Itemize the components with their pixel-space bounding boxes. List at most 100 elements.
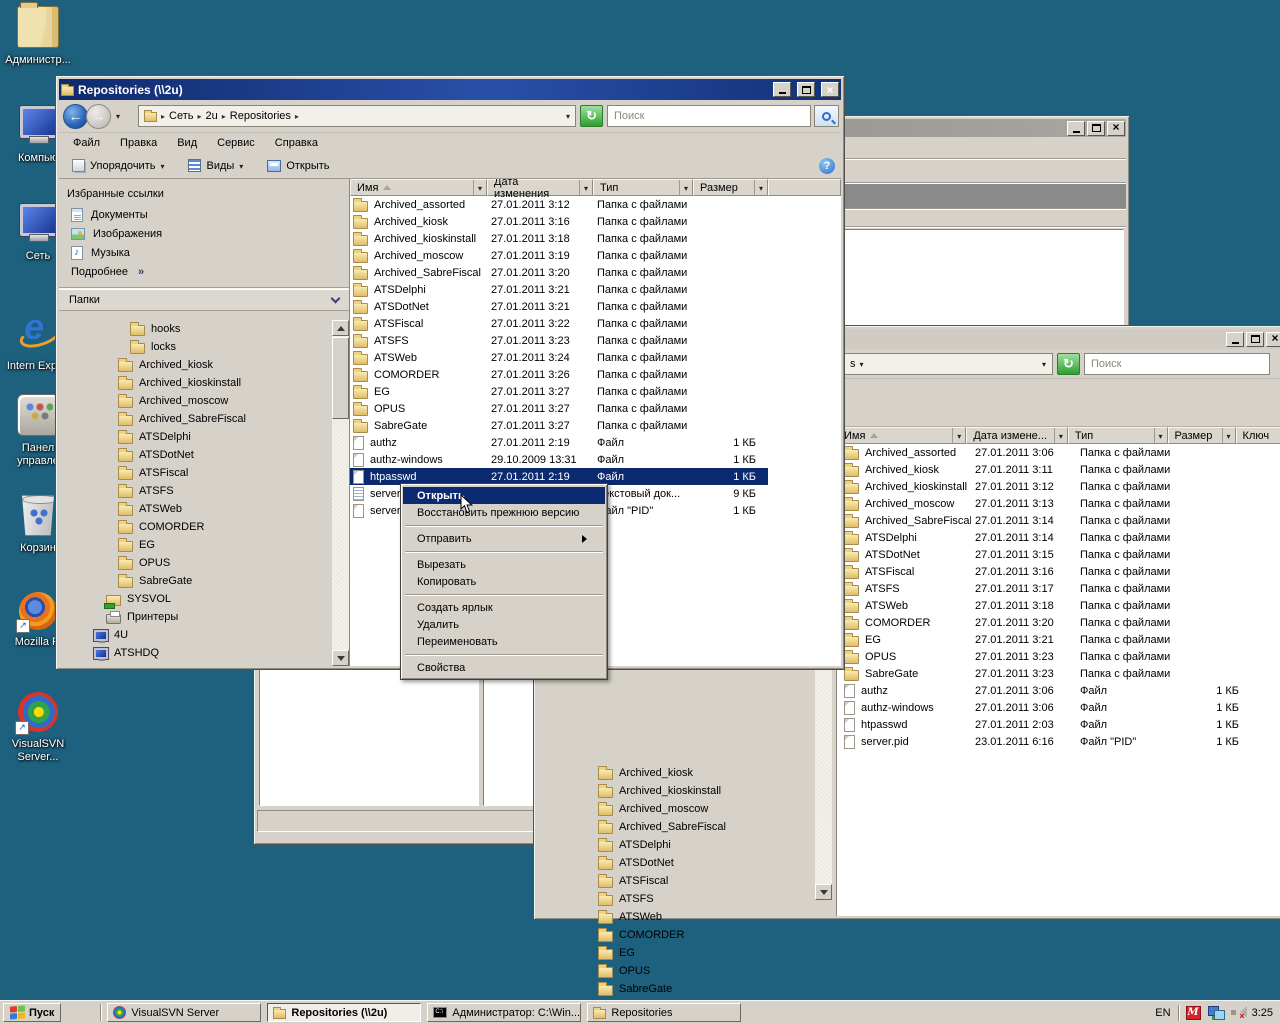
tree-item[interactable]: ATSDelphi: [59, 428, 332, 446]
file-row[interactable]: SabreGate 27.01.2011 3:27 Папка с файлам…: [350, 417, 768, 434]
column-filter-dropdown[interactable]: [1054, 428, 1067, 443]
file-row[interactable]: ATSDelphi 27.01.2011 3:14 Папка с файлам…: [837, 529, 1280, 546]
help-icon[interactable]: ?: [819, 158, 835, 174]
column-header-type[interactable]: Тип: [593, 179, 693, 196]
window-titlebar[interactable]: Repositories (\\2u): [59, 79, 841, 100]
tree-item[interactable]: ATSFiscal: [539, 872, 815, 890]
context-menu-item[interactable]: Восстановить прежнюю версию: [403, 504, 605, 521]
tree-item[interactable]: ATSFS: [539, 890, 815, 908]
tree-item[interactable]: Archived_SabreFiscal: [539, 818, 815, 836]
tree-item[interactable]: locks: [59, 338, 332, 356]
favorite-item[interactable]: Изображения: [59, 224, 349, 243]
file-row[interactable]: ATSFiscal 27.01.2011 3:22 Папка с файлам…: [350, 315, 768, 332]
context-menu-item[interactable]: Открыть: [403, 487, 605, 504]
refresh-button[interactable]: [580, 105, 603, 127]
taskbar-task-button[interactable]: Repositories (\\2u): [267, 1003, 421, 1022]
file-row[interactable]: ATSWeb 27.01.2011 3:18 Папка с файлами: [837, 597, 1280, 614]
history-dropdown-icon[interactable]: [116, 112, 120, 121]
file-row[interactable]: ATSDotNet 27.01.2011 3:21 Папка с файлам…: [350, 298, 768, 315]
desktop-icon[interactable]: VisualSVN Server...: [2, 692, 74, 764]
file-row[interactable]: authz-windows 29.10.2009 13:31 Файл 1 КБ: [350, 451, 768, 468]
close-button[interactable]: [1266, 332, 1280, 347]
column-filter-dropdown[interactable]: [1154, 428, 1167, 443]
desktop-icon[interactable]: Администр...: [2, 6, 74, 67]
file-row[interactable]: ATSFS 27.01.2011 3:23 Папка с файлами: [350, 332, 768, 349]
file-row[interactable]: Archived_kioskinstall 27.01.2011 3:12 Па…: [837, 478, 1280, 495]
tree-item[interactable]: ATSFS: [59, 482, 332, 500]
tree-item[interactable]: Archived_kiosk: [539, 764, 815, 782]
column-filter-dropdown[interactable]: [579, 180, 592, 195]
file-row[interactable]: Archived_SabreFiscal 27.01.2011 3:20 Пап…: [350, 264, 768, 281]
tree-item[interactable]: Archived_SabreFiscal: [59, 410, 332, 428]
tree-item[interactable]: Archived_kioskinstall: [59, 374, 332, 392]
breadcrumb-dropdown-icon[interactable]: [566, 110, 570, 122]
breadcrumb-item[interactable]: 2u: [198, 110, 218, 122]
file-row[interactable]: OPUS 27.01.2011 3:27 Папка с файлами: [350, 400, 768, 417]
column-filter-dropdown[interactable]: [952, 428, 965, 443]
menu-item[interactable]: Сервис: [207, 135, 265, 151]
taskbar-task-button[interactable]: VisualSVN Server: [107, 1003, 261, 1022]
toolbar-button[interactable]: Упорядочить: [65, 157, 171, 174]
file-row[interactable]: ATSWeb 27.01.2011 3:24 Папка с файлами: [350, 349, 768, 366]
tree-item[interactable]: hooks: [59, 320, 332, 338]
context-menu-item[interactable]: Отправить: [403, 530, 605, 547]
file-row[interactable]: Archived_kiosk 27.01.2011 3:11 Папка с ф…: [837, 461, 1280, 478]
tree-item[interactable]: ATSFiscal: [59, 464, 332, 482]
tree-item[interactable]: 4U: [59, 626, 332, 644]
toolbar-button[interactable]: Открыть: [260, 157, 336, 174]
language-indicator[interactable]: EN: [1155, 1007, 1170, 1019]
context-menu-item[interactable]: Копировать: [403, 573, 605, 590]
context-menu-item[interactable]: Вырезать: [403, 556, 605, 573]
file-row[interactable]: Archived_SabreFiscal 27.01.2011 3:14 Пап…: [837, 512, 1280, 529]
close-button[interactable]: [1107, 121, 1125, 136]
file-row[interactable]: COMORDER 27.01.2011 3:20 Папка с файлами: [837, 614, 1280, 631]
network-status-icon[interactable]: [1208, 1006, 1224, 1020]
file-row[interactable]: EG 27.01.2011 3:21 Папка с файлами: [837, 631, 1280, 648]
tree-item[interactable]: SabreGate: [59, 572, 332, 590]
tree-item[interactable]: ATSHDQ: [59, 644, 332, 662]
bg-breadcrumb-dropdown-icon[interactable]: [1042, 358, 1046, 370]
tree-item[interactable]: ATSDotNet: [59, 446, 332, 464]
tree-item[interactable]: Archived_kiosk: [59, 356, 332, 374]
search-button[interactable]: [814, 105, 839, 127]
file-row[interactable]: Archived_moscow 27.01.2011 3:13 Папка с …: [837, 495, 1280, 512]
tree-item[interactable]: OPUS: [539, 962, 815, 980]
context-menu-item[interactable]: Удалить: [403, 616, 605, 633]
file-row[interactable]: authz 27.01.2011 3:06 Файл 1 КБ: [837, 682, 1280, 699]
tree-item[interactable]: EG: [59, 536, 332, 554]
minimize-button[interactable]: [773, 82, 791, 97]
context-menu-item[interactable]: Переименовать: [403, 633, 605, 650]
scrollbar-thumb[interactable]: [332, 337, 349, 419]
context-menu-item[interactable]: Создать ярлык: [403, 599, 605, 616]
tree-item[interactable]: ATSDotNet: [539, 854, 815, 872]
column-header-type[interactable]: Тип: [1068, 427, 1168, 444]
tree-item[interactable]: SabreGate: [539, 980, 815, 998]
scroll-down-button[interactable]: [815, 884, 832, 900]
start-button[interactable]: Пуск: [3, 1003, 61, 1022]
tree-item[interactable]: Archived_kioskinstall: [539, 782, 815, 800]
column-header-date[interactable]: Дата измене...: [966, 427, 1068, 444]
tree-item[interactable]: Archived_moscow: [539, 800, 815, 818]
scroll-up-button[interactable]: [332, 320, 349, 336]
search-input[interactable]: Поиск: [607, 105, 811, 127]
column-header-name[interactable]: Имя: [350, 179, 487, 196]
tree-item[interactable]: ATSWeb: [539, 908, 815, 926]
tree-item[interactable]: Принтеры: [59, 608, 332, 626]
file-row[interactable]: ATSFiscal 27.01.2011 3:16 Папка с файлам…: [837, 563, 1280, 580]
tree-item[interactable]: OPUS: [59, 554, 332, 572]
maximize-button[interactable]: [1246, 332, 1264, 347]
forward-button[interactable]: →: [86, 104, 111, 129]
column-filter-dropdown[interactable]: [754, 180, 767, 195]
scroll-down-button[interactable]: [332, 650, 349, 666]
menu-item[interactable]: Файл: [63, 135, 110, 151]
maximize-button[interactable]: [1087, 121, 1105, 136]
file-row[interactable]: COMORDER 27.01.2011 3:26 Папка с файлами: [350, 366, 768, 383]
refresh-button[interactable]: [1057, 353, 1080, 375]
column-filter-dropdown[interactable]: [1222, 428, 1235, 443]
tree-item[interactable]: SYSVOL: [59, 590, 332, 608]
tree-scrollbar[interactable]: [332, 320, 349, 666]
file-row[interactable]: SabreGate 27.01.2011 3:23 Папка с файлам…: [837, 665, 1280, 682]
breadcrumb-item[interactable]: Сеть: [161, 110, 193, 122]
folders-header[interactable]: Папки: [59, 289, 349, 311]
file-row[interactable]: htpasswd 27.01.2011 2:03 Файл 1 КБ: [837, 716, 1280, 733]
